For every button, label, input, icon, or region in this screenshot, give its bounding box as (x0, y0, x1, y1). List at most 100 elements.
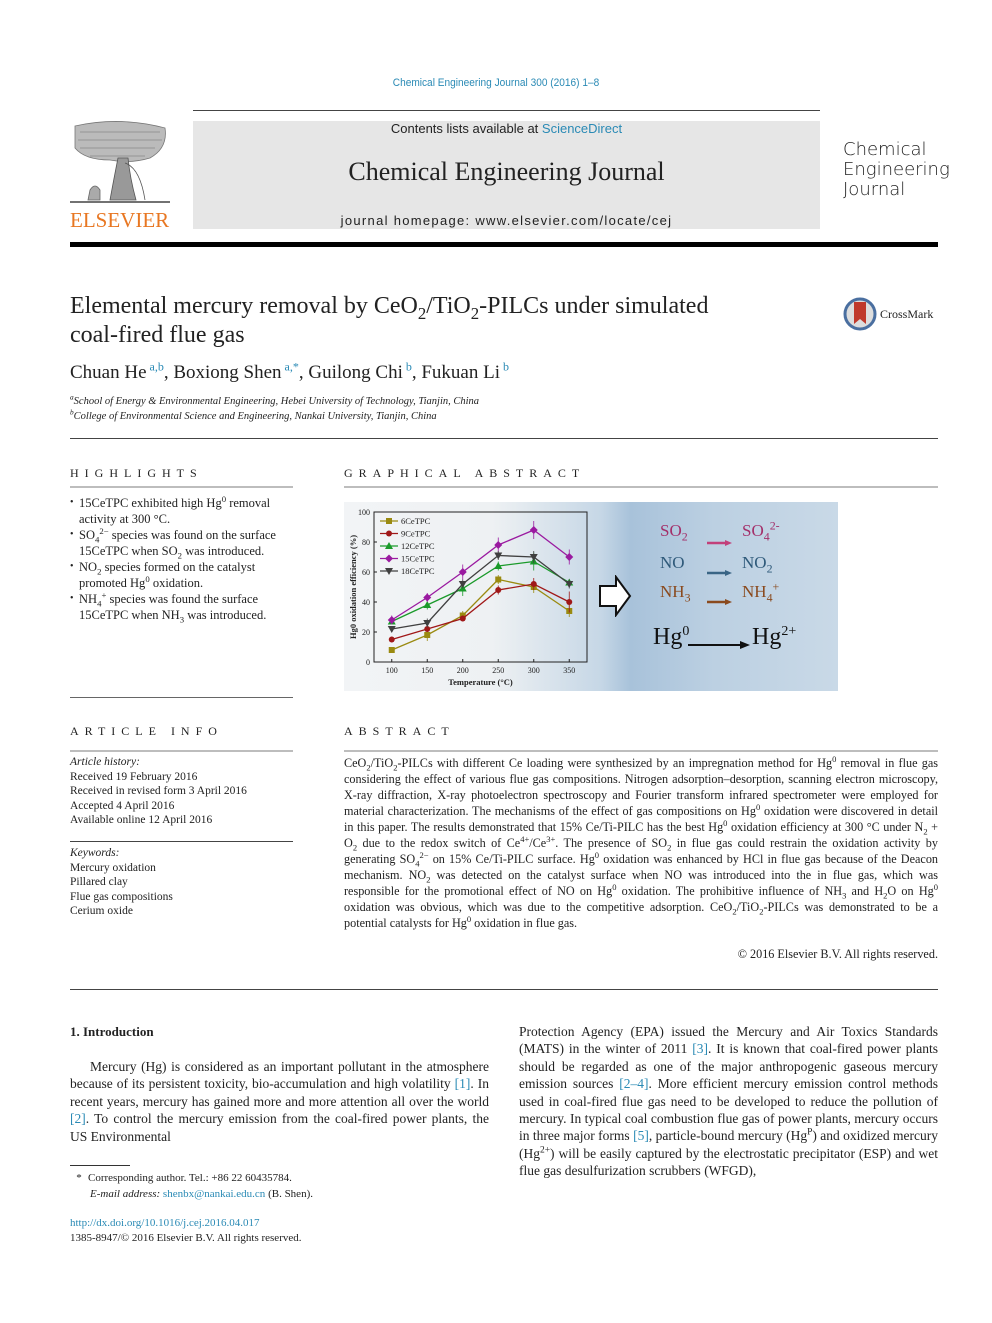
author-name[interactable]: Guilong Chi (308, 362, 402, 383)
author-list: Chuan He a,b, Boxiong Shen a,*, Guilong … (70, 360, 509, 384)
issn-line: 1385-8947/© 2016 Elsevier B.V. All right… (70, 1232, 302, 1244)
author-separator: , (163, 362, 174, 383)
asterisk-icon: * (76, 1172, 82, 1184)
journal-logo-line: Chemical (843, 139, 927, 160)
keyword-item[interactable]: Mercury oxidation (70, 861, 295, 876)
data-point-12CeTPC (423, 601, 432, 608)
author-affiliation-mark[interactable]: b (403, 360, 412, 374)
x-axis-label: Temperature (°C) (448, 677, 513, 687)
journal-citation[interactable]: Chemical Engineering Journal 300 (2016) … (40, 77, 953, 89)
author-name[interactable]: Boxiong Shen (173, 362, 281, 383)
journal-homepage[interactable]: journal homepage: www.elsevier.com/locat… (193, 213, 820, 228)
title-part: -PILCs under simulated (479, 293, 709, 319)
author-separator: , (298, 362, 309, 383)
email-link[interactable]: shenbx@nankai.edu.cn (163, 1188, 265, 1200)
y-axis-label: Hg0 oxidation efficiency (%) (348, 535, 358, 639)
title-block-rule (70, 438, 938, 439)
introduction-column-2: Protection Agency (EPA) issued the Mercu… (519, 1024, 938, 1179)
data-point-6CeTPC (424, 632, 431, 638)
title-part: Elemental mercury removal by CeO (70, 293, 418, 319)
front-matter-rule (70, 989, 938, 990)
elsevier-logo-text: ELSEVIER (70, 208, 170, 232)
reaction-arrow-icon (707, 563, 732, 581)
oxidation-efficiency-chart: 0 20 40 60 80 100 100 150 200 250 300 350 Temperatur… (348, 508, 588, 687)
footnote-rule (70, 1165, 130, 1166)
keywords-rule (70, 841, 293, 842)
data-point-18CeTPC (387, 626, 396, 633)
doi-block: http://dx.doi.org/10.1016/j.cej.2016.04.… (70, 1216, 302, 1246)
reference-link[interactable]: [2] (70, 1111, 86, 1126)
journal-logo-line: Engineering (843, 159, 950, 180)
introduction-column-1: Mercury (Hg) is considered as an importa… (70, 1059, 489, 1144)
crossmark-button[interactable]: CrossMark (843, 297, 933, 331)
legend-marker (386, 530, 392, 537)
flow-arrow-icon (598, 573, 632, 622)
highlight-item: NO2 species formed on the catalyst promo… (70, 559, 295, 591)
keyword-item[interactable]: Pillared clay (70, 875, 295, 890)
series-line-6CeTPC (391, 578, 570, 651)
y-tick-label: 60 (362, 568, 370, 577)
x-tick-label: 150 (421, 666, 433, 675)
author-affiliation-mark[interactable]: a,* (282, 360, 299, 374)
reference-link[interactable]: [1] (455, 1076, 471, 1091)
x-tick-label: 250 (492, 666, 504, 675)
journal-logo-line: Journal (843, 179, 906, 200)
history-item: Received in revised form 3 April 2016 (70, 785, 247, 797)
legend-label: 9CeTPC (401, 529, 431, 539)
keyword-item[interactable]: Flue gas compositions (70, 890, 295, 905)
highlight-item: 15CeTPC exhibited high Hg0 removal activ… (70, 494, 295, 527)
reaction-nh3: NH3 (660, 582, 691, 605)
masthead-thick-rule (70, 242, 938, 247)
contents-prefix: Contents lists available at (390, 121, 542, 136)
highlights-rule (70, 486, 293, 488)
reaction-so2: SO2 (660, 521, 688, 544)
elsevier-tree-logo (70, 118, 170, 206)
history-label: Article history: (70, 756, 140, 768)
email-suffix: (B. Shen). (265, 1188, 313, 1200)
keyword-item[interactable]: Cerium oxide (70, 904, 295, 919)
abstract-copyright: © 2016 Elsevier B.V. All rights reserved… (737, 947, 938, 961)
affiliation-b: bCollege of Environmental Science and En… (70, 408, 437, 422)
reference-link[interactable]: [3] (692, 1041, 708, 1056)
data-point-6CeTPC (495, 576, 502, 583)
highlights-list: 15CeTPC exhibited high Hg0 removal activ… (70, 494, 295, 623)
author-name[interactable]: Chuan He (70, 362, 147, 383)
sciencedirect-link[interactable]: ScienceDirect (542, 121, 622, 136)
legend-label: 6CeTPC (401, 516, 431, 526)
article-info-heading: ARTICLE INFO (70, 724, 223, 738)
data-point-9CeTPC (566, 599, 573, 605)
legend-marker (386, 518, 392, 524)
title-subscript: 2 (417, 303, 427, 323)
abstract-body: CeO2/TiO2-PILCs with different Ce loadin… (344, 753, 939, 930)
reference-link[interactable]: [2–4] (619, 1076, 648, 1091)
email-label: E-mail address: (90, 1188, 163, 1200)
author-name[interactable]: Fukuan Li (421, 362, 500, 383)
corresponding-author: Corresponding author. Tel.: +86 22 60435… (88, 1172, 292, 1184)
crossmark-label: CrossMark (880, 306, 934, 321)
data-point-9CeTPC (495, 587, 502, 593)
legend-label: 12CeTPC (401, 541, 435, 551)
reaction-nh4: NH4+ (742, 579, 780, 605)
title-part: coal-fired flue gas (70, 322, 245, 348)
footnote-corresponding: * Corresponding author. Tel.: +86 22 6043… (70, 1170, 313, 1202)
x-tick-label: 100 (386, 666, 398, 675)
x-tick-label: 300 (528, 666, 540, 675)
reaction-so4: SO42- (742, 518, 780, 544)
author-affiliation-mark[interactable]: a,b (147, 360, 164, 374)
graphical-abstract-heading: GRAPHICAL ABSTRACT (344, 466, 586, 480)
article-info: Article history: Received 19 February 20… (70, 755, 295, 828)
reaction-arrow-icon (707, 533, 732, 551)
x-tick-label: 200 (457, 666, 469, 675)
affiliation-a: aSchool of Energy & Environmental Engine… (70, 393, 479, 407)
keywords: Keywords: Mercury oxidation Pillared cla… (70, 846, 295, 919)
legend-marker (385, 554, 393, 563)
doi-link[interactable]: http://dx.doi.org/10.1016/j.cej.2016.04.… (70, 1216, 302, 1231)
reaction-hg2: Hg2+ (752, 624, 797, 650)
data-point-9CeTPC (530, 581, 537, 587)
reference-link[interactable]: [5] (633, 1128, 649, 1143)
author-affiliation-mark[interactable]: b (500, 360, 509, 374)
y-tick-label: 20 (362, 628, 370, 637)
header-rule (193, 110, 820, 111)
crossmark-icon (843, 297, 877, 331)
contents-line: Contents lists available at ScienceDirec… (193, 121, 820, 136)
